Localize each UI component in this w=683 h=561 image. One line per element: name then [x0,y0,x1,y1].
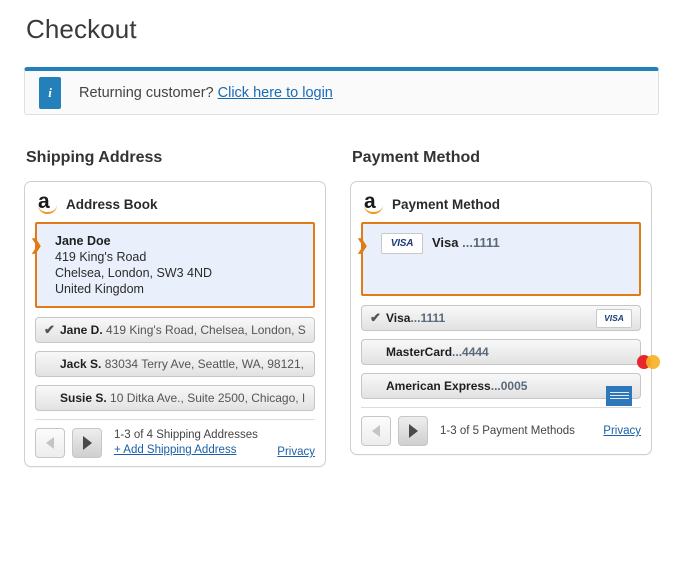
table-row[interactable]: ✔ Jack S. 83034 Terry Ave, Seattle, WA, … [35,351,315,377]
payment-row-digits: ...0005 [490,379,528,393]
shipping-footer-meta: 1-3 of 4 Shipping Addresses + Add Shippi… [114,428,277,458]
address-row-text: Jack S. 83034 Terry Ave, Seattle, WA, 98… [60,357,306,371]
address-row-text: Jane D. 419 King's Road, Chelsea, London… [60,323,306,337]
payment-method-list: ✔ Visa...1111 VISA ✔ MasterCard...4444 [361,305,660,406]
payment-footer-meta: 1-3 of 5 Payment Methods [440,424,603,439]
payment-row-label: Visa [386,311,411,325]
payment-pager [361,416,428,446]
privacy-link[interactable]: Privacy [277,446,315,458]
shipping-privacy: Privacy [277,446,315,458]
payment-column: Payment Method a Payment Method ❯ VISA V… [350,149,660,467]
payment-row-digits: ...4444 [452,345,489,359]
selected-payment-label: Visa ...1111 [432,233,500,252]
payment-method-title: Payment Method [392,196,501,212]
shipping-section-title: Shipping Address [26,149,163,166]
prev-page-button[interactable] [35,428,65,458]
address-book-widget: a Address Book ❯ Jane Doe 419 King's Roa… [24,181,326,467]
next-page-button[interactable] [72,428,102,458]
add-shipping-address-link[interactable]: + Add Shipping Address [114,444,236,456]
shipping-pager [35,428,102,458]
checkout-columns: Shipping Address a Address Book ❯ Jane D… [24,149,660,467]
info-icon: i [39,76,61,109]
alert-text: Returning customer? Click here to login [79,85,333,101]
address-book-title: Address Book [66,196,158,212]
chevron-left-icon [372,425,380,437]
address-row-name: Jane D. [60,323,103,337]
selected-payment-digits: ...1111 [462,235,500,250]
table-row[interactable]: ✔ Jane D. 419 King's Road, Chelsea, Lond… [35,317,315,343]
payment-section-title: Payment Method [352,149,481,166]
address-row-name: Jack S. [60,357,102,371]
selected-payment-method[interactable]: ❯ VISA Visa ...1111 [356,222,641,296]
amazon-logo-icon: a [364,191,384,214]
visa-logo-icon: VISA [381,233,423,254]
table-row[interactable]: ✔ Visa...1111 VISA [361,305,641,331]
privacy-link[interactable]: Privacy [603,425,641,437]
payment-row-label: MasterCard [386,345,453,359]
check-icon: ✔ [44,356,60,372]
chevron-right-icon [408,424,418,438]
selected-address-name: Jane Doe [55,234,111,248]
payment-row-text: American Express...0005 [386,379,626,393]
check-icon: ✔ [44,322,55,337]
prev-page-button[interactable] [361,416,391,446]
payment-row-text: Visa...1111 [386,311,590,325]
check-icon: ✔ [370,378,386,394]
address-book-header: a Address Book [35,191,315,222]
shipping-column: Shipping Address a Address Book ❯ Jane D… [24,149,326,467]
check-icon: ✔ [370,344,386,360]
shipping-footer: 1-3 of 4 Shipping Addresses + Add Shippi… [35,419,315,458]
check-icon: ✔ [370,310,381,325]
next-page-button[interactable] [398,416,428,446]
address-row-detail: 83034 Terry Ave, Seattle, WA, 98121, ... [104,357,306,371]
payment-row-label: American Express [386,379,491,393]
chevron-right-icon: ❯ [356,237,369,254]
selected-address-line1: 419 King's Road [55,250,147,264]
address-row-name: Susie S. [60,391,107,405]
checkout-page: Checkout i Returning customer? Click her… [0,14,683,467]
add-shipping-address: + Add Shipping Address [114,443,277,458]
payment-method-header: a Payment Method [361,191,641,222]
payment-footer: 1-3 of 5 Payment Methods Privacy [361,407,641,446]
selected-address-line2: Chelsea, London, SW3 4ND [55,266,213,280]
address-row-text: Susie S. 10 Ditka Ave., Suite 2500, Chic… [60,391,306,405]
shipping-address-list: ✔ Jane D. 419 King's Road, Chelsea, Lond… [35,317,315,411]
address-row-detail: 419 King's Road, Chelsea, London, S... [106,323,306,337]
returning-customer-alert: i Returning customer? Click here to logi… [24,67,659,115]
table-row[interactable]: ✔ MasterCard...4444 [361,339,660,369]
payment-row-digits: ...1111 [410,311,446,325]
payment-method-widget: a Payment Method ❯ VISA Visa ...1111 ✔ V… [350,181,660,455]
shipping-count-text: 1-3 of 4 Shipping Addresses [114,429,258,441]
selected-shipping-address[interactable]: ❯ Jane Doe 419 King's Road Chelsea, Lond… [30,222,315,308]
payment-count-text: 1-3 of 5 Payment Methods [440,424,575,437]
table-row[interactable]: ✔ Susie S. 10 Ditka Ave., Suite 2500, Ch… [35,385,315,411]
selected-payment-brand: Visa [432,235,463,250]
payment-row-text: MasterCard...4444 [386,345,626,359]
chevron-left-icon [46,437,54,449]
alert-message: Returning customer? [79,84,214,101]
table-row[interactable]: ✔ American Express...0005 [361,373,641,406]
amazon-logo-icon: a [38,191,58,214]
chevron-right-icon [82,436,92,450]
visa-logo-icon: VISA [596,308,632,328]
check-icon: ✔ [44,390,60,406]
login-link[interactable]: Click here to login [218,85,333,101]
chevron-right-icon: ❯ [30,237,43,254]
selected-address-line3: United Kingdom [55,282,144,296]
payment-privacy: Privacy [603,425,641,437]
address-row-detail: 10 Ditka Ave., Suite 2500, Chicago, I... [110,391,306,405]
page-title: Checkout [26,14,137,44]
